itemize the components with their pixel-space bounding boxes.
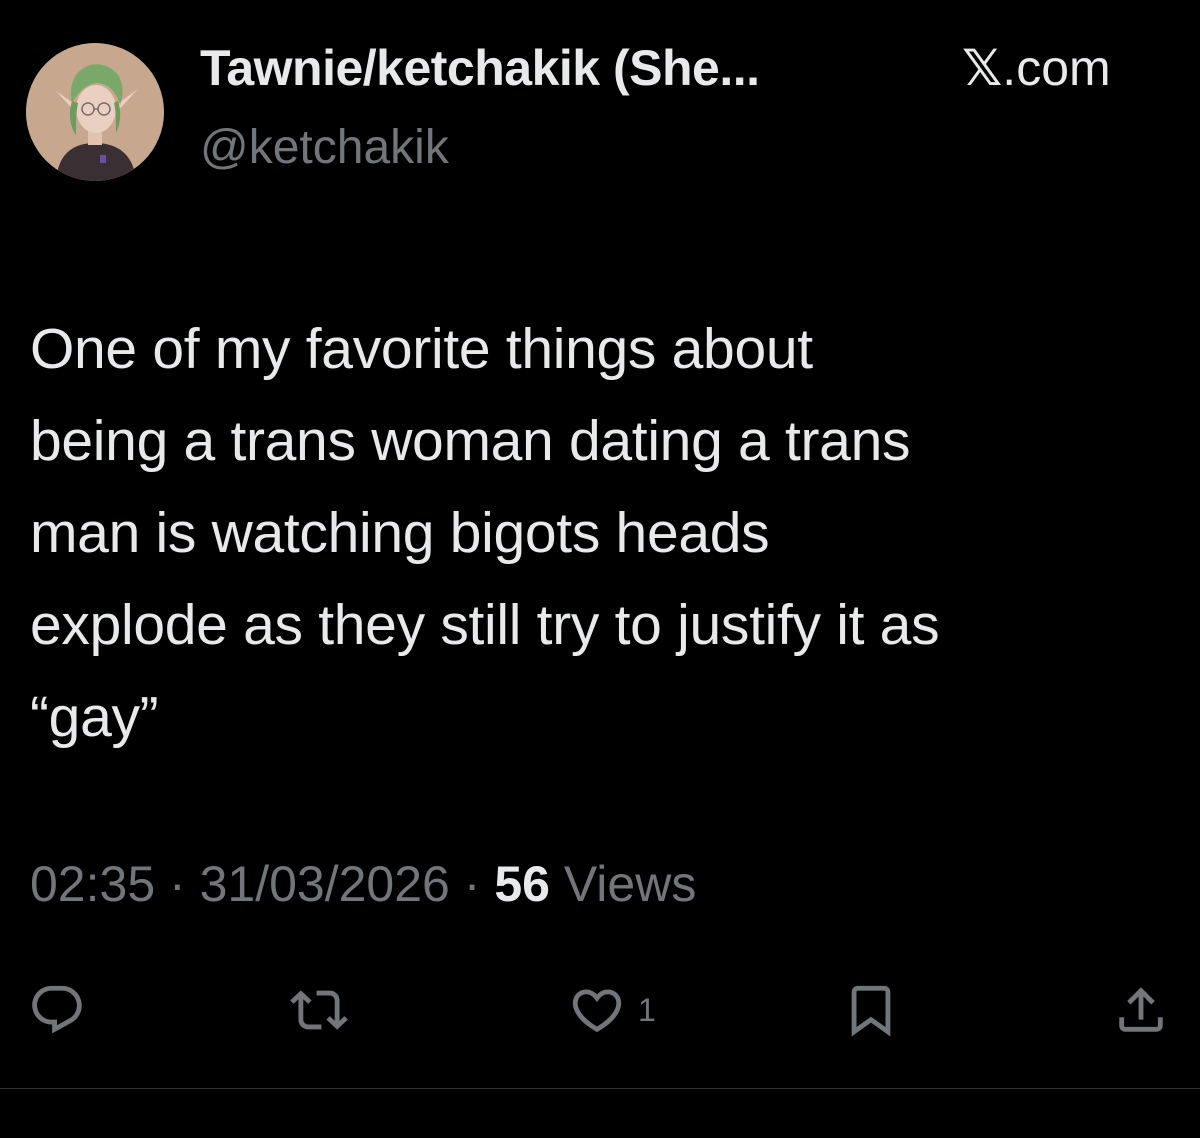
like-count: 1 <box>638 991 656 1028</box>
retweet-icon <box>290 990 348 1030</box>
tweet-card: Tawnie/ketchakik (She... 𝕏.com @ketchaki… <box>0 0 1200 1138</box>
author-display-name[interactable]: Tawnie/ketchakik (She... <box>200 38 760 98</box>
avatar-image <box>26 43 164 181</box>
reply-icon <box>32 985 82 1034</box>
reply-button[interactable] <box>28 975 86 1045</box>
meta-separator: · <box>463 856 481 912</box>
x-logo-icon: 𝕏 <box>962 39 1003 97</box>
bookmark-icon <box>851 985 891 1037</box>
source-label: 𝕏.com <box>962 38 1111 98</box>
like-button[interactable]: 1 <box>568 975 656 1045</box>
tweet-meta: 02:35 · 31/03/2026 · 56 Views <box>30 852 696 916</box>
share-button[interactable] <box>1112 975 1170 1045</box>
author-handle[interactable]: @ketchakik <box>200 118 449 178</box>
views-label: Views <box>563 856 697 912</box>
tweet-time[interactable]: 02:35 <box>30 856 155 912</box>
source-domain: .com <box>1002 40 1111 96</box>
action-bar: 1 <box>0 975 1200 1045</box>
tweet-text: One of my favorite things about being a … <box>30 317 940 749</box>
divider <box>0 1088 1200 1089</box>
tweet-date[interactable]: 31/03/2026 <box>200 856 450 912</box>
meta-separator: · <box>169 856 186 912</box>
heart-icon <box>572 989 622 1033</box>
bookmark-button[interactable] <box>842 975 900 1045</box>
avatar[interactable] <box>26 43 164 181</box>
views-count: 56 <box>494 856 550 912</box>
retweet-button[interactable] <box>290 975 348 1045</box>
share-icon <box>1119 987 1163 1032</box>
